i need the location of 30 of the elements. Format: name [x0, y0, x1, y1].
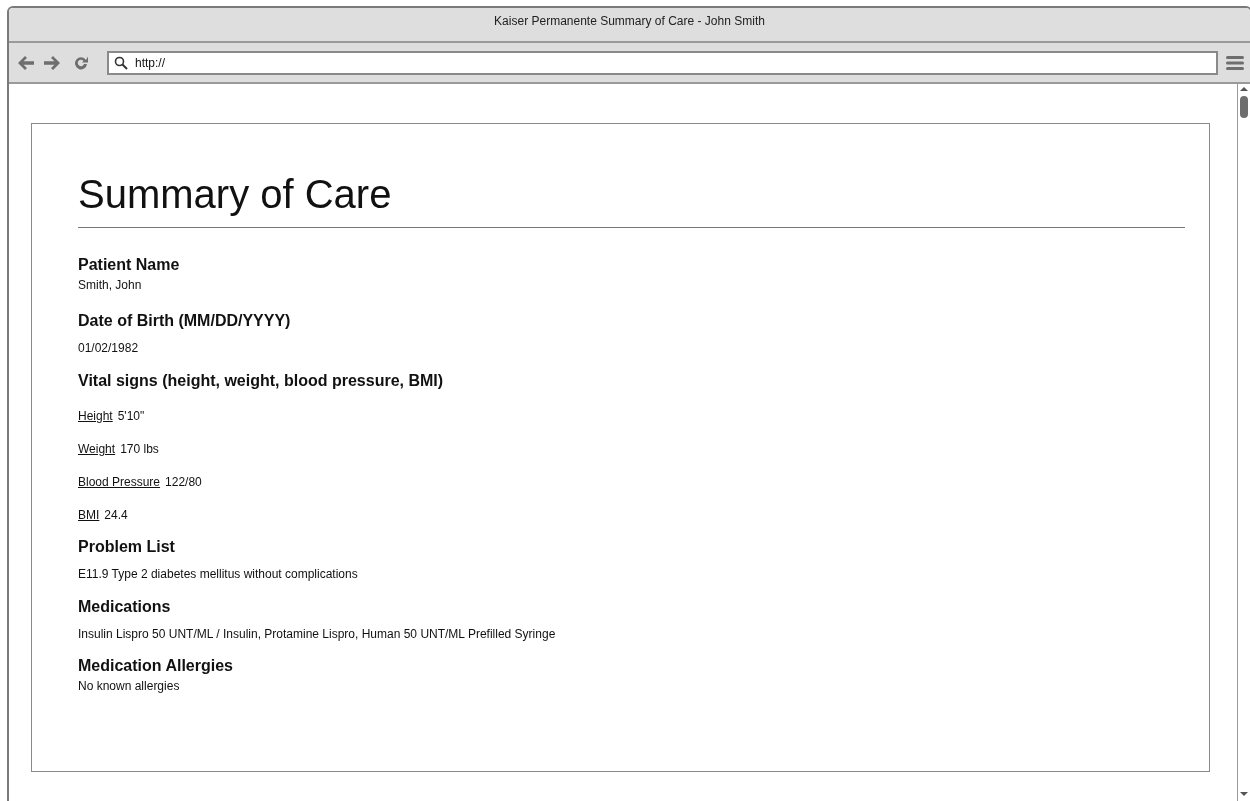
vital-label-link[interactable]: Weight: [78, 441, 116, 457]
vital-label-link[interactable]: Height: [78, 408, 113, 424]
menu-icon[interactable]: [1226, 54, 1244, 71]
address-field[interactable]: http://: [107, 50, 1218, 75]
section-value: Insulin Lispro 50 UNT/ML / Insulin, Protamine Lispro, Human 50 UNT/ML Prefilled Syringe: [78, 626, 557, 642]
section-value: E11.9 Type 2 diabetes mellitus without complications: [78, 566, 359, 582]
section-heading: Medications: [78, 597, 172, 617]
page-title: Summary of Care: [78, 170, 1185, 228]
section-value: Smith, John: [78, 277, 143, 293]
section-heading: Vital signs (height, weight, blood pressure, BMI): [78, 371, 445, 391]
section-value: No known allergies: [78, 678, 181, 694]
section-heading: Medication Allergies: [78, 656, 234, 676]
section-value: 01/02/1982: [78, 340, 140, 356]
search-icon: [114, 55, 128, 70]
vital-label-link[interactable]: BMI: [78, 507, 100, 523]
vital-value: 24.4: [104, 507, 128, 523]
section-heading: Date of Birth (MM/DD/YYYY): [78, 311, 292, 331]
reload-icon[interactable]: [73, 54, 89, 71]
window-title: Kaiser Permanente Summary of Care - John Smith: [494, 13, 765, 28]
section-heading: Patient Name: [78, 255, 181, 275]
scroll-down-icon[interactable]: [1239, 791, 1249, 797]
vital-value: 122/80: [165, 474, 202, 490]
vital-value: 5'10": [117, 408, 145, 424]
scroll-up-icon[interactable]: [1239, 86, 1249, 92]
vital-label-link[interactable]: Blood Pressure: [78, 474, 161, 490]
vital-value: 170 lbs: [120, 441, 159, 457]
forward-arrow-icon[interactable]: [43, 54, 61, 71]
scroll-thumb[interactable]: [1240, 96, 1248, 118]
back-arrow-icon[interactable]: [17, 54, 35, 71]
section-heading: Problem List: [78, 537, 176, 557]
